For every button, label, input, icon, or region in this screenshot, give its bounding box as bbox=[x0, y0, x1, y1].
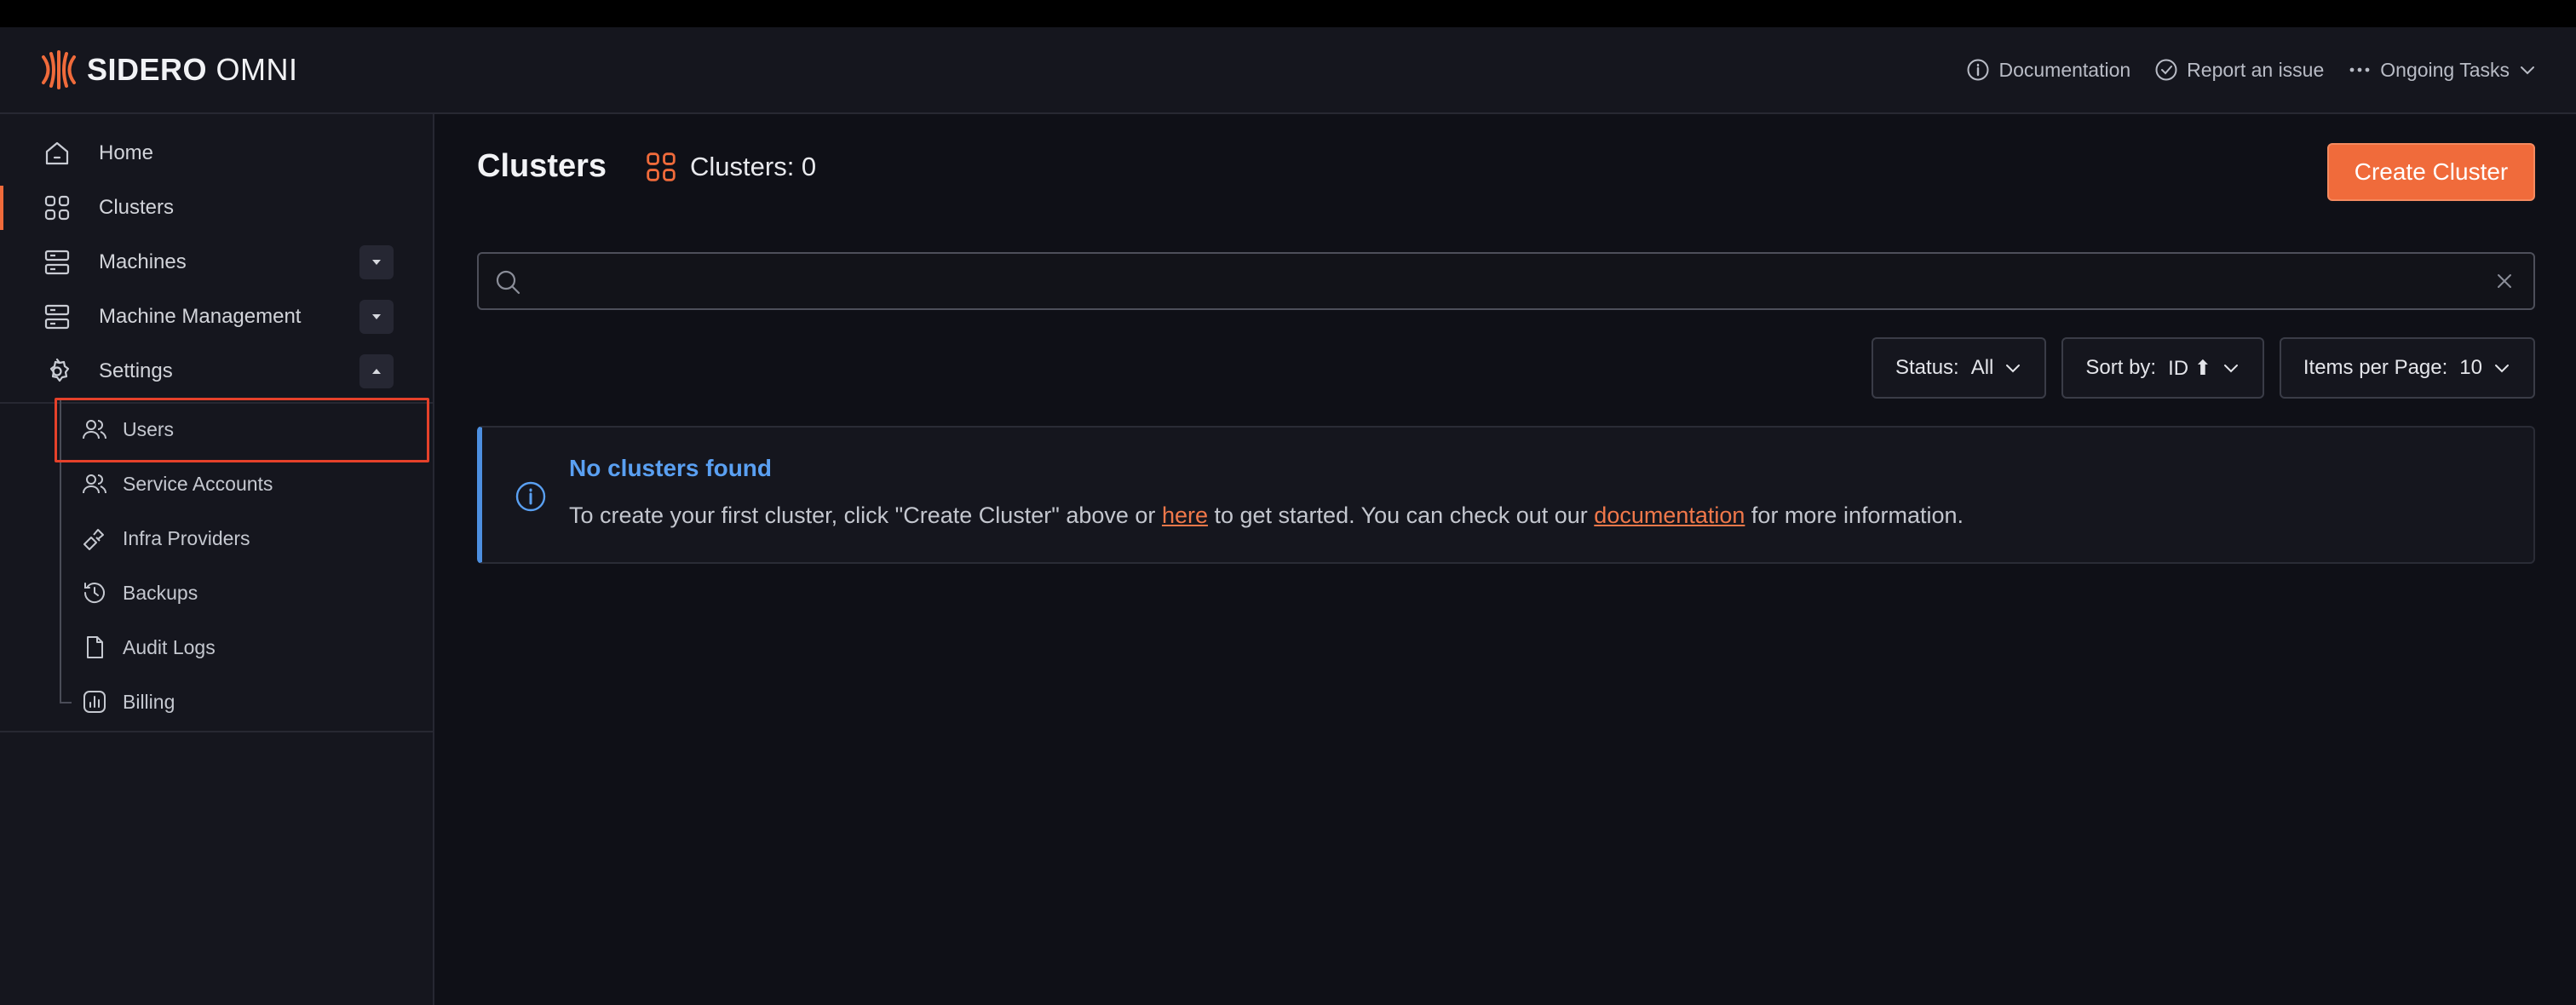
sidebar-subitem-label: Users bbox=[123, 417, 175, 440]
brand-name: SIDERO OMNI bbox=[87, 52, 298, 87]
chevron-down-icon bbox=[2495, 365, 2509, 373]
sidebar-subitem-infra-providers[interactable]: Infra Providers bbox=[60, 511, 426, 566]
sidebar-divider bbox=[0, 731, 434, 732]
check-circle-icon bbox=[2155, 59, 2177, 81]
caret-up-icon bbox=[372, 369, 381, 374]
items-per-page-dropdown[interactable]: Items per Page: 10 bbox=[2279, 337, 2535, 399]
file-icon bbox=[87, 636, 103, 658]
server-icon bbox=[44, 304, 70, 330]
sidebar-item-clusters[interactable]: Clusters bbox=[0, 181, 434, 235]
search-icon bbox=[496, 270, 520, 295]
machines-expand-button[interactable] bbox=[359, 245, 394, 279]
clear-search-icon[interactable] bbox=[2494, 271, 2515, 291]
grid-icon bbox=[44, 195, 70, 221]
sidebar-subitem-label: Audit Logs bbox=[123, 635, 216, 658]
status-filter-value: All bbox=[1970, 356, 1994, 379]
sidebar-item-home[interactable]: Home bbox=[0, 126, 434, 181]
gear-icon bbox=[49, 358, 70, 382]
report-issue-label: Report an issue bbox=[2187, 58, 2325, 81]
sidebar-subitem-label: Billing bbox=[123, 690, 175, 713]
grid-icon bbox=[647, 152, 676, 181]
sidebar-item-label: Clusters bbox=[99, 196, 175, 219]
here-link[interactable]: here bbox=[1162, 502, 1208, 528]
sidebar-subitem-label: Service Accounts bbox=[123, 472, 273, 495]
users-icon bbox=[83, 420, 106, 439]
info-circle-icon bbox=[515, 481, 546, 512]
ellipsis-icon bbox=[2349, 67, 2370, 72]
status-filter-dropdown[interactable]: Status: All bbox=[1872, 337, 2047, 399]
billing-icon bbox=[83, 691, 106, 713]
chevron-down-icon bbox=[2006, 365, 2021, 373]
report-issue-link[interactable]: Report an issue bbox=[2154, 58, 2324, 82]
sort-by-dropdown[interactable]: Sort by: ID ⬆ bbox=[2061, 337, 2264, 399]
provider-icon bbox=[83, 529, 104, 550]
history-icon bbox=[83, 583, 105, 603]
chevron-down-icon bbox=[2521, 66, 2534, 75]
sort-by-value: ID ⬆ bbox=[2168, 356, 2211, 380]
ongoing-tasks-dropdown[interactable]: Ongoing Tasks bbox=[2348, 58, 2537, 82]
sidebar-item-label: Machine Management bbox=[99, 305, 302, 328]
app-header: SIDERO OMNI Documentation Report an issu… bbox=[0, 27, 2576, 114]
caret-down-icon bbox=[372, 260, 381, 265]
sort-by-label: Sort by: bbox=[2085, 356, 2157, 379]
chevron-down-icon bbox=[2223, 365, 2238, 373]
search-input[interactable] bbox=[535, 254, 2477, 308]
sidero-logo-icon bbox=[42, 50, 76, 89]
alert-body: To create your first cluster, click "Cre… bbox=[569, 502, 1964, 528]
sidebar-subitem-audit-logs[interactable]: Audit Logs bbox=[60, 620, 426, 675]
page-title: Clusters bbox=[477, 148, 607, 184]
filter-bar: Status: All Sort by: ID ⬆ Items per Page… bbox=[1872, 337, 2535, 399]
ongoing-tasks-label: Ongoing Tasks bbox=[2380, 58, 2510, 81]
sidebar-subitem-service-accounts[interactable]: Service Accounts bbox=[60, 457, 426, 511]
sidebar-item-label: Machines bbox=[99, 250, 187, 273]
sidebar-item-label: Home bbox=[99, 141, 154, 164]
status-filter-label: Status: bbox=[1895, 356, 1959, 379]
cluster-count: Clusters: 0 bbox=[644, 150, 816, 184]
main-content: Clusters Clusters: 0 Create Cluster Stat… bbox=[436, 114, 2576, 1005]
users-icon bbox=[83, 474, 106, 494]
server-icon bbox=[44, 250, 70, 275]
machine-management-expand-button[interactable] bbox=[359, 300, 394, 334]
search-bar bbox=[477, 252, 2535, 310]
brand-logo[interactable]: SIDERO OMNI bbox=[39, 49, 298, 91]
sidebar-item-label: Settings bbox=[99, 359, 173, 382]
window-top-strip bbox=[0, 0, 2576, 27]
items-per-page-value: 10 bbox=[2459, 356, 2482, 379]
sidebar-subitem-label: Infra Providers bbox=[123, 526, 250, 549]
sidebar: Home Clusters Machines Machine Managemen… bbox=[0, 114, 434, 1005]
items-per-page-label: Items per Page: bbox=[2303, 356, 2448, 379]
home-icon bbox=[45, 141, 69, 165]
documentation-link[interactable]: Documentation bbox=[1966, 58, 2130, 82]
sidebar-subitem-label: Backups bbox=[123, 581, 198, 604]
sidebar-subitem-users[interactable]: Users bbox=[60, 402, 426, 457]
caret-down-icon bbox=[372, 314, 381, 319]
create-cluster-button[interactable]: Create Cluster bbox=[2327, 143, 2535, 201]
sidebar-item-settings[interactable]: Settings bbox=[0, 344, 434, 399]
documentation-label: Documentation bbox=[1998, 58, 2131, 81]
sidebar-item-machines[interactable]: Machines bbox=[0, 235, 434, 290]
sidebar-item-machine-management[interactable]: Machine Management bbox=[0, 290, 434, 344]
sidebar-subitem-billing[interactable]: Billing bbox=[60, 675, 426, 729]
sidebar-subitem-backups[interactable]: Backups bbox=[60, 566, 426, 620]
empty-state-alert: No clusters found To create your first c… bbox=[477, 426, 2535, 564]
settings-collapse-button[interactable] bbox=[359, 354, 394, 388]
info-circle-icon bbox=[1967, 59, 1989, 81]
cluster-count-label: Clusters: 0 bbox=[690, 152, 817, 181]
documentation-inline-link[interactable]: documentation bbox=[1594, 502, 1745, 528]
alert-title: No clusters found bbox=[569, 455, 773, 481]
